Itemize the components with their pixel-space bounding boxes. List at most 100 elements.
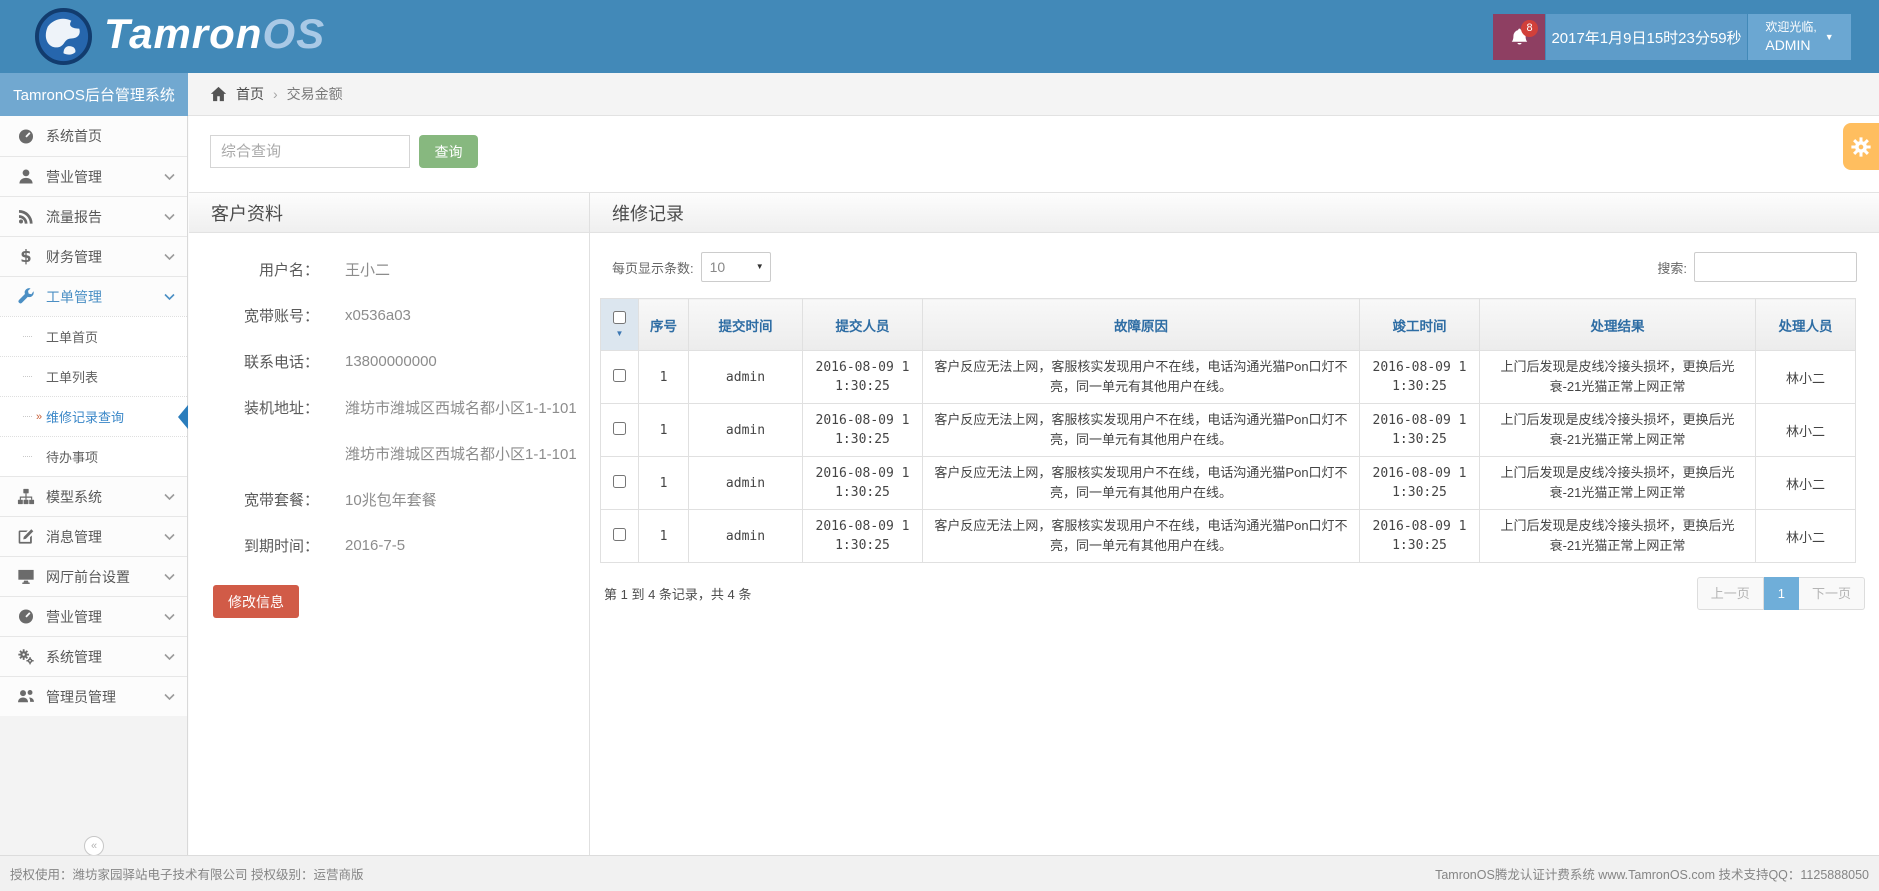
cell-finish-time: 2016-08-09 11:30:25 xyxy=(1360,351,1480,404)
double-arrow-icon: » xyxy=(36,411,42,423)
gear-icon xyxy=(1850,136,1872,158)
table-row: 1 admin 2016-08-09 11:30:25 客户反应无法上网，客服核… xyxy=(601,510,1856,563)
col-finish-time[interactable]: 竣工时间 xyxy=(1360,299,1480,351)
sidebar-subitem-todo-items[interactable]: » 待办事项 xyxy=(0,436,187,476)
sidebar-item-system-home[interactable]: 系统首页 xyxy=(0,116,187,156)
col-submit-time[interactable]: 提交时间 xyxy=(689,299,803,351)
field-label: 用户名： xyxy=(189,259,319,280)
sidebar-item-label: 营业管理 xyxy=(46,167,164,187)
cell-handler: 林小二 xyxy=(1756,457,1856,510)
sidebar-item-finance-mgmt[interactable]: $ 财务管理 xyxy=(0,236,187,276)
sidebar-collapse-button[interactable]: « xyxy=(84,836,104,856)
field-label: 宽带账号： xyxy=(189,305,319,326)
users-icon xyxy=(17,688,35,705)
caret-down-icon: ▼ xyxy=(1825,32,1834,42)
field-value: 2016-7-5 xyxy=(345,537,405,554)
select-all-checkbox[interactable] xyxy=(613,311,626,324)
user-menu[interactable]: 欢迎光临, ADMIN ▼ xyxy=(1748,14,1851,60)
sidebar-subitem-label: 工单列表 xyxy=(46,367,98,386)
datetime-display: 2017年1月9日15时23分59秒 xyxy=(1546,14,1747,60)
table-search-input[interactable] xyxy=(1694,252,1857,282)
sidebar-item-label: 财务管理 xyxy=(46,247,164,267)
col-submitter[interactable]: 提交人员 xyxy=(803,299,923,351)
cell-finish-time: 2016-08-09 11:30:25 xyxy=(1360,510,1480,563)
sidebar-item-system-mgmt[interactable]: 系统管理 xyxy=(0,636,187,676)
chevron-down-icon xyxy=(164,213,175,221)
sidebar-item-business-mgmt[interactable]: 营业管理 xyxy=(0,156,187,196)
row-checkbox[interactable] xyxy=(613,422,626,435)
chevron-down-icon xyxy=(164,653,175,661)
gauge-icon xyxy=(17,128,35,145)
cell-seq: 1 xyxy=(639,457,689,510)
active-item-marker xyxy=(178,405,188,429)
cell-fault: 客户反应无法上网，客服核实发现用户不在线，电话沟通光猫Pon口灯不亮，同一单元有… xyxy=(923,457,1360,510)
desktop-icon xyxy=(17,568,35,585)
row-checkbox[interactable] xyxy=(613,528,626,541)
svg-text:$: $ xyxy=(20,248,31,265)
chevron-down-icon xyxy=(164,293,175,301)
welcome-username: ADMIN xyxy=(1765,36,1816,55)
sidebar-subitem-label: 工单首页 xyxy=(46,327,98,346)
sidebar-item-label: 消息管理 xyxy=(46,527,164,547)
cell-result: 上门后发现是皮线冷接头损坏，更换后光衰-21光猫正常上网正常 xyxy=(1480,457,1756,510)
row-checkbox[interactable] xyxy=(613,475,626,488)
col-handler[interactable]: 处理人员 xyxy=(1756,299,1856,351)
cell-submit-time: 2016-08-09 11:30:25 xyxy=(803,351,923,404)
cell-submitter: admin xyxy=(689,351,803,404)
sidebar-item-work-order-mgmt[interactable]: 工单管理 xyxy=(0,276,187,316)
cell-submitter: admin xyxy=(689,404,803,457)
global-search-row: 查询 xyxy=(189,116,1879,192)
notifications-button[interactable]: 8 xyxy=(1493,14,1545,60)
logo-primary: Tamron xyxy=(104,10,262,57)
work-order-submenu: » 工单首页 » 工单列表 » 维修记录查询 » 待办事项 xyxy=(0,316,187,476)
col-fault[interactable]: 故障原因 xyxy=(923,299,1360,351)
cell-seq: 1 xyxy=(639,510,689,563)
cell-fault: 客户反应无法上网，客服核实发现用户不在线，电话沟通光猫Pon口灯不亮，同一单元有… xyxy=(923,351,1360,404)
breadcrumb-current: 交易金额 xyxy=(287,84,343,104)
globe-logo-icon xyxy=(34,7,93,66)
per-page-select[interactable]: 10 xyxy=(701,252,771,282)
prev-page-button[interactable]: 上一页 xyxy=(1697,577,1764,610)
search-input[interactable] xyxy=(210,135,410,168)
edit-info-button[interactable]: 修改信息 xyxy=(213,585,299,618)
cell-submit-time: 2016-08-09 11:30:25 xyxy=(803,404,923,457)
breadcrumb-home[interactable]: 首页 xyxy=(236,84,264,104)
edit-icon xyxy=(17,528,35,545)
field-plan: 宽带套餐： 10兆包年套餐 xyxy=(189,476,589,522)
table-controls: 每页显示条数: 10 ▼ 搜索: xyxy=(590,233,1879,282)
row-checkbox[interactable] xyxy=(613,369,626,382)
sidebar-nav: 系统首页 营业管理 流量报告 $ 财务管理 xyxy=(0,116,188,855)
search-button[interactable]: 查询 xyxy=(419,135,478,168)
sidebar-item-admin-mgmt[interactable]: 管理员管理 xyxy=(0,676,187,716)
page-1-button[interactable]: 1 xyxy=(1764,577,1799,610)
chevron-down-icon xyxy=(164,693,175,701)
cell-seq: 1 xyxy=(639,404,689,457)
sidebar-item-message-mgmt[interactable]: 消息管理 xyxy=(0,516,187,556)
sidebar-item-web-portal-settings[interactable]: 网厅前台设置 xyxy=(0,556,187,596)
field-label: 到期时间： xyxy=(189,535,319,556)
quick-settings-button[interactable] xyxy=(1843,123,1879,170)
cell-submit-time: 2016-08-09 11:30:25 xyxy=(803,457,923,510)
dollar-icon: $ xyxy=(17,248,35,265)
sidebar-item-model-system[interactable]: 模型系统 xyxy=(0,476,187,516)
home-icon[interactable] xyxy=(210,86,227,102)
cell-submitter: admin xyxy=(689,510,803,563)
per-page-select-wrap: 10 ▼ xyxy=(701,252,771,282)
main-content: 查询 客户资料 用户名： 王小二 宽带账号： x0536a03 联系电话： xyxy=(189,116,1879,855)
col-seq[interactable]: 序号 xyxy=(639,299,689,351)
sidebar-subitem-work-order-list[interactable]: » 工单列表 xyxy=(0,356,187,396)
field-username: 用户名： 王小二 xyxy=(189,246,589,292)
col-result[interactable]: 处理结果 xyxy=(1480,299,1756,351)
field-value: 潍坊市潍城区西城名都小区1-1-101 xyxy=(345,443,577,464)
breadcrumb: 首页 › 交易金额 xyxy=(188,73,1879,116)
sidebar-subitem-repair-record-query[interactable]: » 维修记录查询 xyxy=(0,396,187,436)
next-page-button[interactable]: 下一页 xyxy=(1799,577,1865,610)
sidebar-item-business-mgmt-2[interactable]: 营业管理 xyxy=(0,596,187,636)
footer-product-text: TamronOS腾龙认证计费系统 www.TamronOS.com 技术支持QQ… xyxy=(1435,864,1869,883)
cell-result: 上门后发现是皮线冷接头损坏，更换后光衰-21光猫正常上网正常 xyxy=(1480,510,1756,563)
table-header-row: ▼ 序号 提交时间 提交人员 故障原因 竣工时间 处理结果 处理人员 xyxy=(601,299,1856,351)
sidebar-subitem-work-order-home[interactable]: » 工单首页 xyxy=(0,316,187,356)
records-panel-title: 维修记录 xyxy=(590,193,1879,233)
cell-result: 上门后发现是皮线冷接头损坏，更换后光衰-21光猫正常上网正常 xyxy=(1480,351,1756,404)
sidebar-item-traffic-report[interactable]: 流量报告 xyxy=(0,196,187,236)
